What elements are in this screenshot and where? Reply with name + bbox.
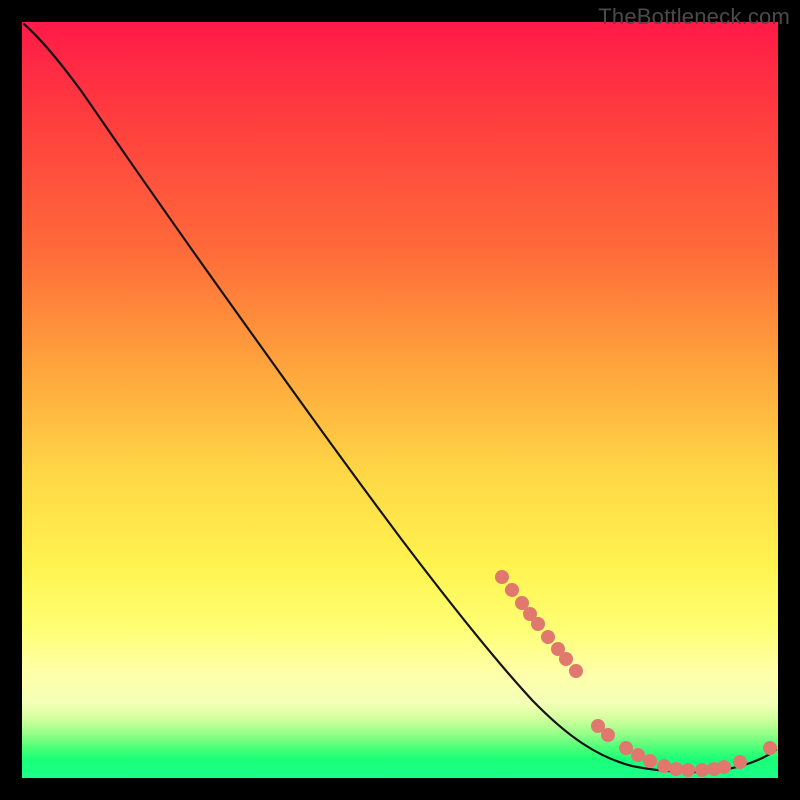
chart-svg [22, 22, 778, 778]
marker [569, 664, 583, 678]
watermark: TheBottleneck.com [598, 4, 790, 30]
marker [495, 570, 509, 584]
marker [657, 759, 671, 773]
plot-area [22, 22, 778, 778]
marker [763, 741, 777, 755]
marker [669, 762, 683, 776]
marker [717, 760, 731, 774]
marker [619, 741, 633, 755]
marker [733, 755, 747, 769]
chart-container: TheBottleneck.com [0, 0, 800, 800]
marker [559, 652, 573, 666]
marker [531, 617, 545, 631]
marker [601, 728, 615, 742]
marker [695, 763, 709, 777]
marker [681, 763, 695, 777]
marker [541, 630, 555, 644]
marker [643, 754, 657, 768]
marker [631, 748, 645, 762]
bottleneck-curve [24, 24, 776, 772]
marker [505, 583, 519, 597]
marker-group [495, 570, 777, 777]
